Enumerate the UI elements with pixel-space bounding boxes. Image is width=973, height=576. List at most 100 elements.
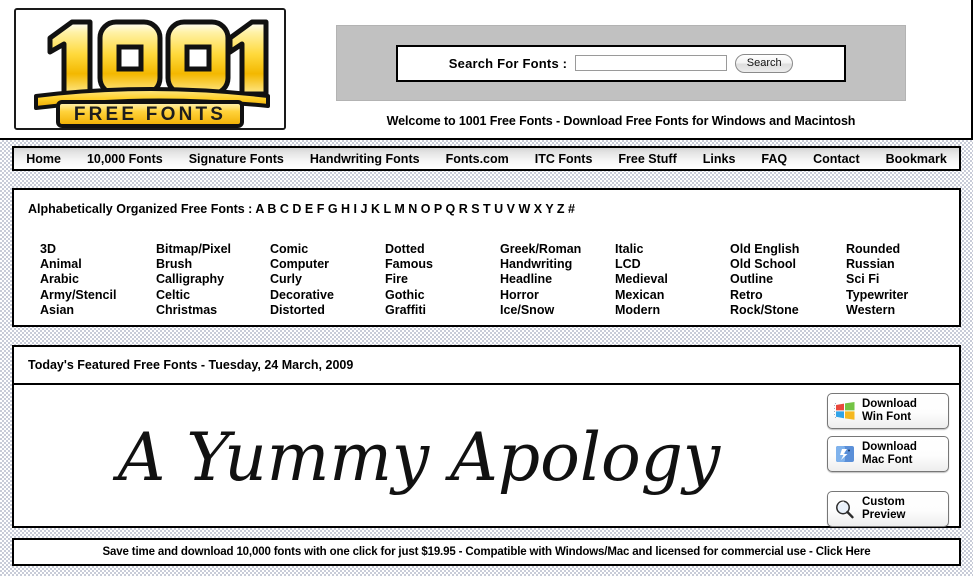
alphabet-letter-t[interactable]: T	[480, 202, 491, 216]
nav-item-10000-fonts[interactable]: 10,000 Fonts	[87, 152, 163, 166]
nav-item-home[interactable]: Home	[26, 152, 61, 166]
alphabet-letter-w[interactable]: W	[515, 202, 530, 216]
font-sample-preview[interactable]: A Yummy Apology	[14, 385, 824, 526]
category-christmas[interactable]: Christmas	[156, 303, 270, 318]
category-greek-roman[interactable]: Greek/Roman	[500, 242, 615, 257]
alphabet-letter-g[interactable]: G	[324, 202, 338, 216]
category-headline[interactable]: Headline	[500, 272, 615, 287]
logo-graphic: FREE FONTS	[16, 10, 284, 128]
site-logo[interactable]: FREE FONTS	[14, 8, 286, 130]
alphabet-letter-o[interactable]: O	[417, 202, 431, 216]
alphabet-letter-p[interactable]: P	[430, 202, 442, 216]
alphabet-letter-r[interactable]: R	[455, 202, 468, 216]
category-asian[interactable]: Asian	[40, 303, 156, 318]
category-medieval[interactable]: Medieval	[615, 272, 730, 287]
category-army-stencil[interactable]: Army/Stencil	[40, 288, 156, 303]
alphabet-letter-e[interactable]: E	[301, 202, 313, 216]
welcome-message: Welcome to 1001 Free Fonts - Download Fr…	[386, 114, 856, 128]
category-typewriter[interactable]: Typewriter	[846, 288, 950, 303]
alphabet-letter-y[interactable]: Y	[542, 202, 553, 216]
category-graffiti[interactable]: Graffiti	[385, 303, 500, 318]
category-modern[interactable]: Modern	[615, 303, 730, 318]
nav-item-handwriting-fonts[interactable]: Handwriting Fonts	[310, 152, 420, 166]
nav-item-fonts-com[interactable]: Fonts.com	[446, 152, 509, 166]
nav-item-free-stuff[interactable]: Free Stuff	[618, 152, 676, 166]
alphabet-letter-u[interactable]: U	[491, 202, 503, 216]
custom-preview-button[interactable]: Custom Preview	[827, 491, 949, 527]
alphabet-letter-h[interactable]: H	[338, 202, 350, 216]
nav-item-bookmark[interactable]: Bookmark	[886, 152, 947, 166]
category-old-english[interactable]: Old English	[730, 242, 846, 257]
alphabet-letter-f[interactable]: F	[313, 202, 325, 216]
category-column-2: Bitmap/Pixel Brush Calligraphy Celtic Ch…	[156, 242, 270, 318]
alphabet-letter-v[interactable]: V	[503, 202, 515, 216]
nav-item-links[interactable]: Links	[703, 152, 736, 166]
page-root: FREE FONTS Search For Fonts : Search Wel…	[0, 0, 973, 576]
download-win-font-button[interactable]: Download Win Font	[827, 393, 949, 429]
category-decorative[interactable]: Decorative	[270, 288, 385, 303]
category-computer[interactable]: Computer	[270, 257, 385, 272]
alphabet-letter-a[interactable]: A	[255, 202, 264, 216]
download-mac-font-button[interactable]: Download Mac Font	[827, 436, 949, 472]
alphabet-letter-hash[interactable]: #	[565, 202, 575, 216]
category-lcd[interactable]: LCD	[615, 257, 730, 272]
custom-preview-label: Custom Preview	[862, 496, 906, 521]
category-western[interactable]: Western	[846, 303, 950, 318]
featured-title: Today's Featured Free Fonts - Tuesday, 2…	[28, 358, 354, 372]
alphabet-letter-q[interactable]: Q	[442, 202, 456, 216]
alphabet-letter-b[interactable]: B	[264, 202, 276, 216]
category-distorted[interactable]: Distorted	[270, 303, 385, 318]
alphabet-letter-d[interactable]: D	[289, 202, 301, 216]
nav-item-faq[interactable]: FAQ	[761, 152, 787, 166]
nav-item-itc-fonts[interactable]: ITC Fonts	[535, 152, 593, 166]
category-rounded[interactable]: Rounded	[846, 242, 950, 257]
category-bitmap-pixel[interactable]: Bitmap/Pixel	[156, 242, 270, 257]
category-old-school[interactable]: Old School	[730, 257, 846, 272]
nav-item-signature-fonts[interactable]: Signature Fonts	[189, 152, 284, 166]
main-navigation: Home 10,000 Fonts Signature Fonts Handwr…	[12, 146, 961, 171]
category-celtic[interactable]: Celtic	[156, 288, 270, 303]
category-famous[interactable]: Famous	[385, 257, 500, 272]
alphabet-letter-links[interactable]: A B C D E F G H I J K L M N O P Q R S T …	[255, 202, 575, 216]
alphabet-letter-i[interactable]: I	[350, 202, 357, 216]
category-ice-snow[interactable]: Ice/Snow	[500, 303, 615, 318]
category-rock-stone[interactable]: Rock/Stone	[730, 303, 846, 318]
svg-text:A Yummy Apology: A Yummy Apology	[112, 419, 721, 496]
category-fire[interactable]: Fire	[385, 272, 500, 287]
category-russian[interactable]: Russian	[846, 257, 950, 272]
category-calligraphy[interactable]: Calligraphy	[156, 272, 270, 287]
alphabet-letter-j[interactable]: J	[357, 202, 368, 216]
category-sci-fi[interactable]: Sci Fi	[846, 272, 950, 287]
category-curly[interactable]: Curly	[270, 272, 385, 287]
category-dotted[interactable]: Dotted	[385, 242, 500, 257]
category-3d[interactable]: 3D	[40, 242, 156, 257]
alphabet-letter-l[interactable]: L	[380, 202, 390, 216]
alphabet-letter-z[interactable]: Z	[553, 202, 565, 216]
search-button[interactable]: Search	[735, 53, 794, 73]
category-arabic[interactable]: Arabic	[40, 272, 156, 287]
alphabet-letter-n[interactable]: N	[405, 202, 417, 216]
category-animal[interactable]: Animal	[40, 257, 156, 272]
category-outline[interactable]: Outline	[730, 272, 846, 287]
font-action-buttons: Download Win Font Download Mac Font Cust…	[827, 393, 949, 534]
browse-panel: Alphabetically Organized Free Fonts : A …	[12, 188, 961, 327]
category-mexican[interactable]: Mexican	[615, 288, 730, 303]
category-brush[interactable]: Brush	[156, 257, 270, 272]
category-horror[interactable]: Horror	[500, 288, 615, 303]
category-handwriting[interactable]: Handwriting	[500, 257, 615, 272]
alphabet-letter-m[interactable]: M	[391, 202, 404, 216]
alphabet-letter-k[interactable]: K	[367, 202, 380, 216]
category-comic[interactable]: Comic	[270, 242, 385, 257]
search-input[interactable]	[575, 55, 728, 71]
category-gothic[interactable]: Gothic	[385, 288, 500, 303]
category-column-8: Rounded Russian Sci Fi Typewriter Wester…	[846, 242, 950, 318]
nav-item-contact[interactable]: Contact	[813, 152, 860, 166]
promo-footer-link[interactable]: Save time and download 10,000 fonts with…	[103, 546, 871, 558]
category-italic[interactable]: Italic	[615, 242, 730, 257]
alphabet-letter-s[interactable]: S	[468, 202, 479, 216]
alphabet-letter-c[interactable]: C	[276, 202, 289, 216]
category-grid: 3D Animal Arabic Army/Stencil Asian Bitm…	[40, 242, 950, 318]
alphabet-letter-x[interactable]: X	[530, 202, 542, 216]
windows-logo-icon	[834, 402, 855, 420]
category-retro[interactable]: Retro	[730, 288, 846, 303]
